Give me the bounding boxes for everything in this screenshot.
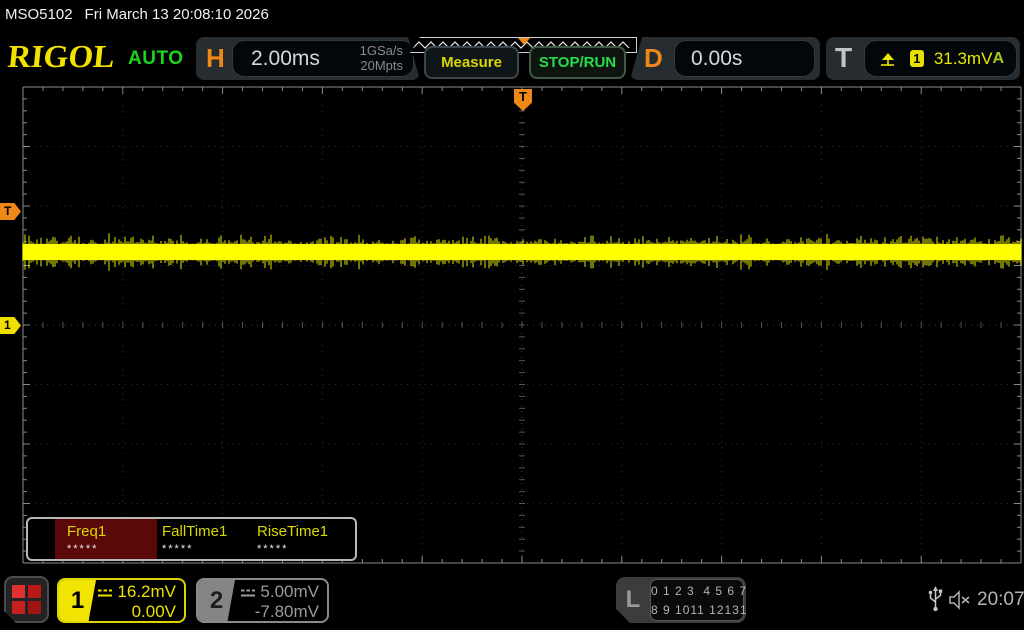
menu-grid-icon [28,601,41,614]
measurement-item-freq[interactable]: Freq1 ***** [67,523,162,555]
dc-coupling-icon [240,588,256,598]
menu-grid-icon [12,585,25,598]
muted-speaker-icon [948,590,975,610]
measurement-label: Freq1 [67,523,162,540]
measurement-value: ***** [67,543,162,555]
menu-grid-icon [28,585,41,598]
channel1-status-widget[interactable]: 1 16.2mV 0.00V [57,578,186,623]
measurement-value: ***** [257,543,352,555]
measurement-label: RiseTime1 [257,523,352,540]
digital-channel-numbers: 0 1 2 3 4 5 6 78 9 1011 12131415 [650,579,744,621]
channel2-offset: -7.80mV [235,602,319,622]
digital-channels-widget[interactable]: L 0 1 2 3 4 5 6 78 9 1011 12131415 [616,577,746,623]
channel2-status-widget[interactable]: 2 5.00mV -7.80mV [196,578,329,623]
menu-grid-icon [12,601,25,614]
measurement-item-falltime[interactable]: FallTime1 ***** [162,523,257,555]
channel1-values: 16.2mV 0.00V [96,580,184,621]
measurement-label: FallTime1 [162,523,257,540]
channel1-offset: 0.00V [96,602,176,622]
dc-coupling-icon [97,588,113,598]
digital-row-0-7: 0 1 2 3 4 5 6 7 [651,584,747,598]
main-menu-button[interactable] [4,576,49,623]
channel1-scale: 16.2mV [117,582,176,601]
usb-device-icon [928,586,943,612]
measurement-value: ***** [162,543,257,555]
channel1-number-tab: 1 [59,580,96,621]
channel2-number-tab: 2 [198,580,235,621]
channel2-values: 5.00mV -7.80mV [235,580,327,621]
system-clock: 20:07 [977,589,1024,611]
measurement-results-panel[interactable]: Freq1 ***** FallTime1 ***** RiseTime1 **… [26,517,357,561]
channel2-scale: 5.00mV [260,582,319,601]
measurement-item-risetime[interactable]: RiseTime1 ***** [257,523,352,555]
